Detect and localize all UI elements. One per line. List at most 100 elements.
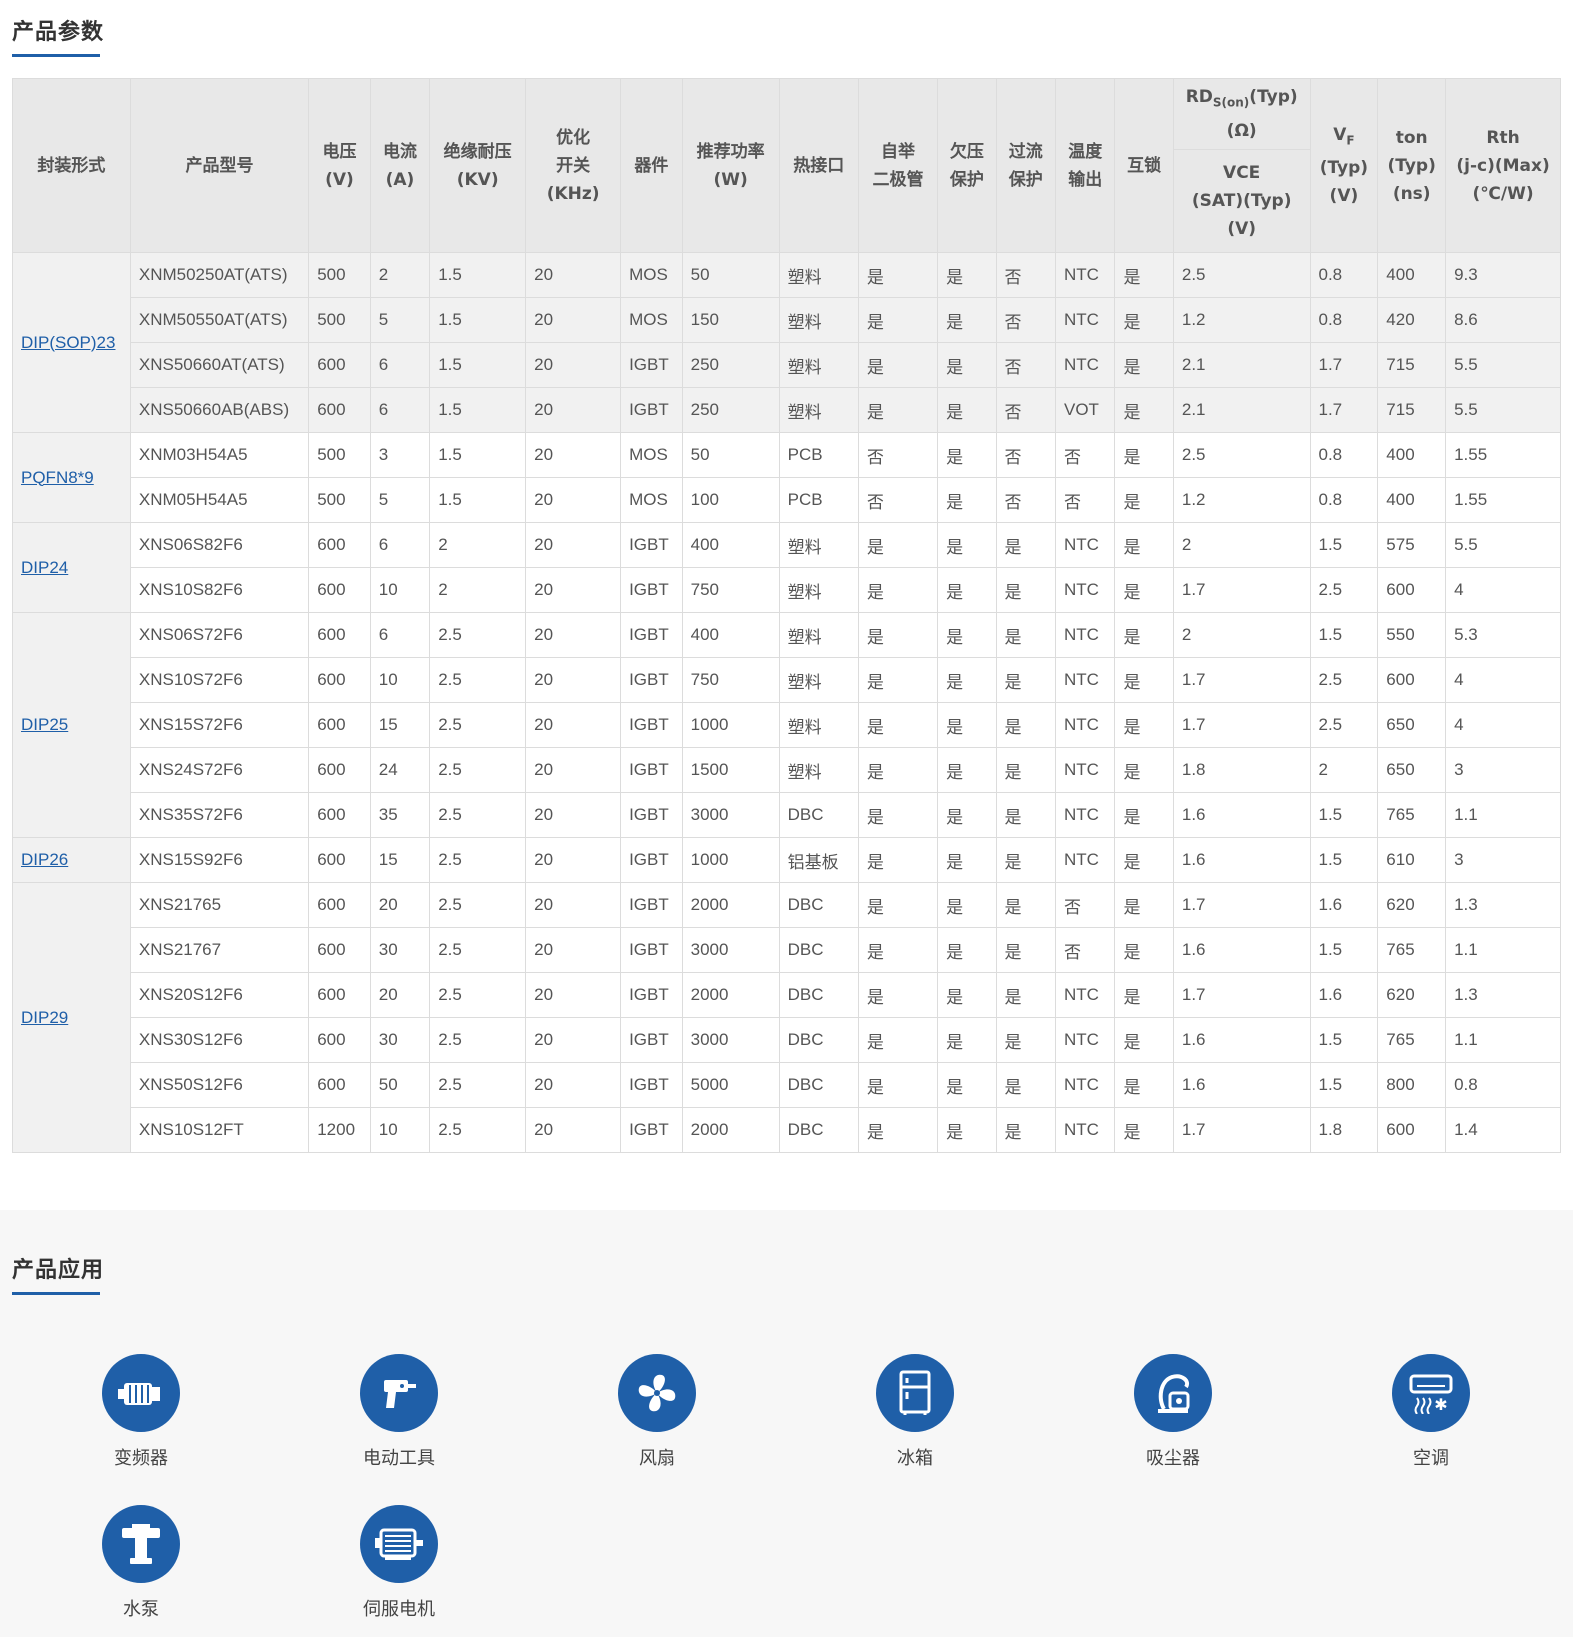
- cell-interlock: 是: [1114, 792, 1174, 838]
- cell-insulation: 2.5: [429, 972, 527, 1018]
- package-link[interactable]: DIP25: [21, 715, 68, 734]
- cell-device: IGBT: [620, 792, 683, 838]
- cell-voltage: 600: [308, 612, 371, 658]
- cell-package: DIP25: [12, 612, 131, 838]
- cell-insulation: 2: [429, 522, 527, 568]
- cell-thermal: 塑料: [778, 522, 859, 568]
- cell-ton: 610: [1377, 837, 1447, 883]
- cell-ton: 715: [1377, 387, 1447, 433]
- cell-temp-output: NTC: [1054, 1107, 1116, 1153]
- cell-vf: 2: [1309, 747, 1379, 793]
- app-item-vacuum[interactable]: 吸尘器: [1093, 1354, 1253, 1470]
- cell-rds-vce: 1.6: [1172, 927, 1311, 973]
- cell-power: 2000: [681, 1107, 780, 1153]
- cell-rds-vce: 1.7: [1172, 1107, 1311, 1153]
- cell-temp-output: 否: [1054, 432, 1116, 478]
- cell-bootstrap: 是: [857, 252, 939, 298]
- cell-device: IGBT: [620, 972, 683, 1018]
- cell-insulation: 2.5: [429, 1107, 527, 1153]
- cell-ton: 765: [1377, 927, 1447, 973]
- cell-interlock: 是: [1114, 657, 1174, 703]
- col-header-interlock: 互锁: [1114, 78, 1174, 253]
- cell-current: 10: [369, 567, 431, 613]
- cell-insulation: 2.5: [429, 747, 527, 793]
- col-header-bootstrap: 自举 二极管: [857, 78, 939, 253]
- cell-package: DIP26: [12, 837, 131, 883]
- cell-switch-freq: 20: [525, 837, 622, 883]
- product-params-title: 产品参数: [12, 14, 104, 57]
- cell-rds-vce: 1.6: [1172, 1062, 1311, 1108]
- cell-oc-protect: 是: [995, 792, 1057, 838]
- cell-power: 400: [681, 612, 780, 658]
- package-link[interactable]: DIP24: [21, 558, 68, 577]
- cell-rth: 4: [1445, 657, 1561, 703]
- cell-bootstrap: 是: [857, 702, 939, 748]
- table-body: DIP(SOP)23 XNM50250AT(ATS) 500 2 1.5 20 MOS 50 塑…: [12, 252, 1561, 1153]
- cell-rth: 5.5: [1445, 387, 1561, 433]
- app-label: 冰箱: [897, 1448, 933, 1469]
- cell-insulation: 2: [429, 567, 527, 613]
- cell-voltage: 500: [308, 297, 371, 343]
- package-link[interactable]: DIP(SOP)23: [21, 333, 115, 352]
- cell-ton: 400: [1377, 252, 1447, 298]
- cell-temp-output: NTC: [1054, 522, 1116, 568]
- cell-model: XNM50550AT(ATS): [129, 297, 310, 343]
- app-item-water-pump[interactable]: 水泵: [61, 1505, 221, 1621]
- cell-interlock: 是: [1114, 837, 1174, 883]
- cell-device: IGBT: [620, 1107, 683, 1153]
- cell-insulation: 2.5: [429, 1062, 527, 1108]
- cell-vf: 1.6: [1309, 972, 1379, 1018]
- app-item-air-conditioner[interactable]: ✱ 空调: [1351, 1354, 1511, 1470]
- cell-switch-freq: 20: [525, 927, 622, 973]
- cell-oc-protect: 是: [995, 747, 1057, 793]
- col-header-temp-output: 温度 输出: [1054, 78, 1116, 253]
- cell-rth: 5.5: [1445, 342, 1561, 388]
- app-item-power-tool[interactable]: 电动工具: [319, 1354, 479, 1470]
- cell-model: XNM05H54A5: [129, 477, 310, 523]
- cell-model: XNS06S72F6: [129, 612, 310, 658]
- cell-oc-protect: 是: [995, 522, 1057, 568]
- app-item-servo-motor[interactable]: 伺服电机: [319, 1505, 479, 1621]
- cell-uv-protect: 是: [937, 927, 997, 973]
- cell-device: IGBT: [620, 342, 683, 388]
- cell-thermal: DBC: [778, 1107, 859, 1153]
- col-header-current: 电流 (A): [369, 78, 431, 253]
- cell-thermal: 铝基板: [778, 837, 859, 883]
- col-header-insulation: 绝缘耐压 (KV): [429, 78, 527, 253]
- cell-voltage: 600: [308, 342, 371, 388]
- cell-current: 20: [369, 882, 431, 928]
- cell-bootstrap: 否: [857, 477, 939, 523]
- col-header-package: 封装形式: [12, 78, 131, 253]
- cell-package: PQFN8*9: [12, 432, 131, 523]
- cell-insulation: 2.5: [429, 612, 527, 658]
- cell-rds-vce: 1.6: [1172, 792, 1311, 838]
- cell-interlock: 是: [1114, 387, 1174, 433]
- cell-model: XNS21767: [129, 927, 310, 973]
- cell-rds-vce: 1.7: [1172, 702, 1311, 748]
- app-item-inverter[interactable]: 变频器: [61, 1354, 221, 1470]
- table-row: XNS24S72F6 600 24 2.5 20 IGBT 1500 塑料是是是 NTC 是 1.8…: [13, 747, 1561, 793]
- cell-temp-output: NTC: [1054, 252, 1116, 298]
- package-link[interactable]: DIP29: [21, 1008, 68, 1027]
- cell-vf: 1.5: [1309, 522, 1379, 568]
- cell-package: DIP(SOP)23: [12, 252, 131, 433]
- cell-device: MOS: [620, 477, 683, 523]
- cell-device: IGBT: [620, 837, 683, 883]
- cell-bootstrap: 是: [857, 1062, 939, 1108]
- cell-vf: 1.7: [1309, 342, 1379, 388]
- cell-device: IGBT: [620, 702, 683, 748]
- table-row: XNS20S12F6 600 20 2.5 20 IGBT 2000 DBC 是是是 NTC 是 1.…: [13, 972, 1561, 1018]
- cell-package: DIP29: [12, 882, 131, 1153]
- package-link[interactable]: PQFN8*9: [21, 468, 94, 487]
- cell-interlock: 是: [1114, 432, 1174, 478]
- cell-model: XNS35S72F6: [129, 792, 310, 838]
- cell-current: 24: [369, 747, 431, 793]
- cell-model: XNS06S82F6: [129, 522, 310, 568]
- cell-device: MOS: [620, 297, 683, 343]
- app-item-fridge[interactable]: 冰箱: [835, 1354, 995, 1470]
- cell-device: IGBT: [620, 612, 683, 658]
- package-link[interactable]: DIP26: [21, 850, 68, 869]
- cell-voltage: 1200: [308, 1107, 371, 1153]
- title-underline: [12, 54, 100, 57]
- app-item-fan[interactable]: 风扇: [577, 1354, 737, 1470]
